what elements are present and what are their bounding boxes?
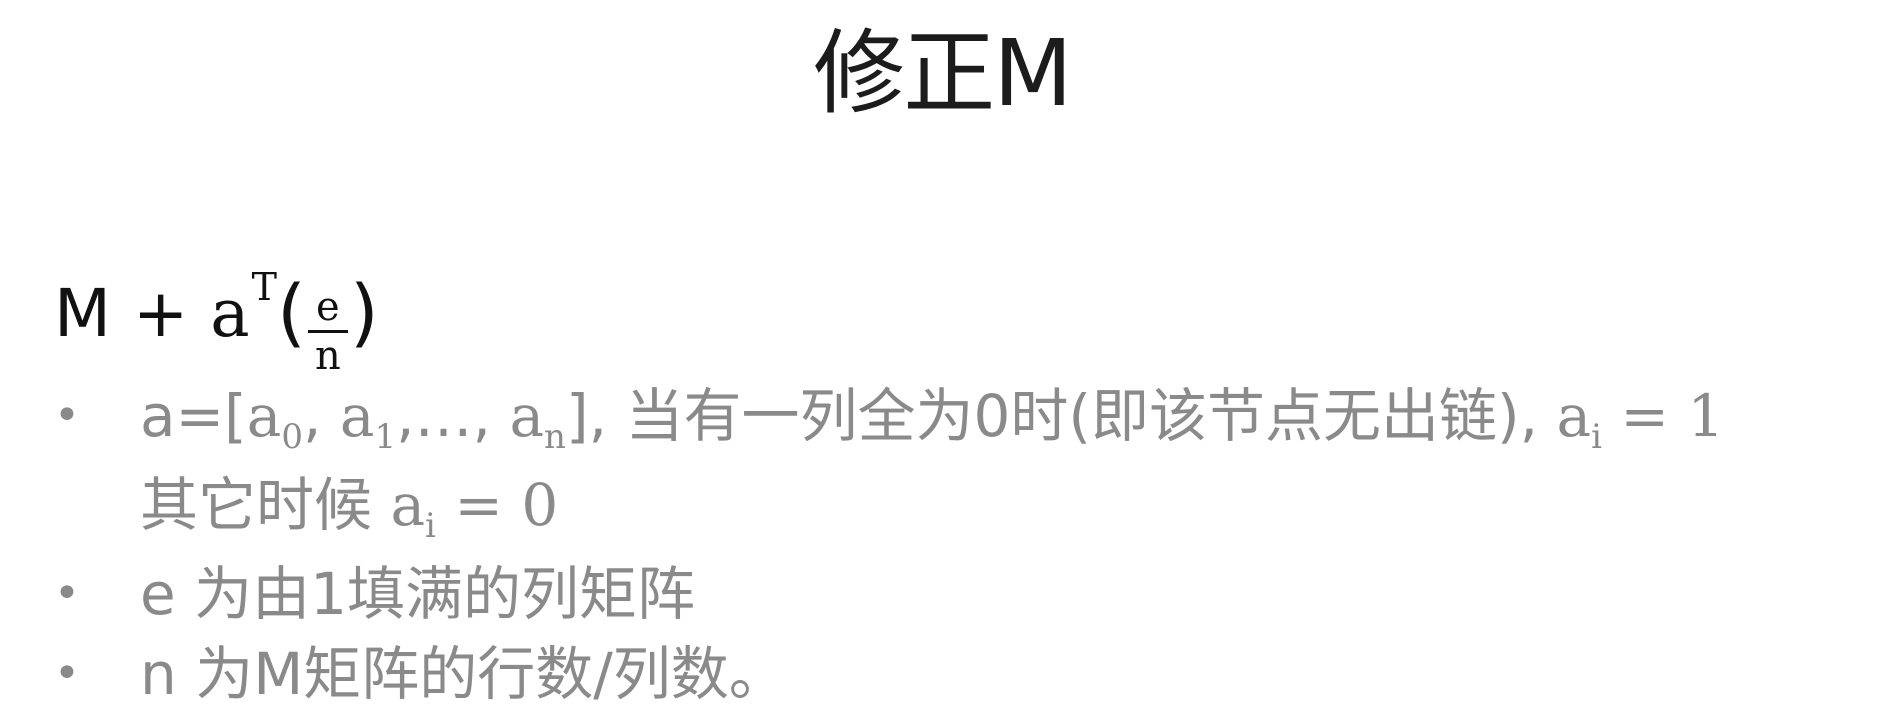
ai-sub: i	[1591, 417, 1602, 457]
bullet-dot-icon: •	[54, 568, 80, 619]
sep2: ,…,	[396, 382, 510, 450]
ai-base: a	[1556, 382, 1592, 450]
bullet-dot-icon: •	[54, 390, 80, 441]
bullet-dot-icon: •	[54, 648, 80, 699]
bullet-text: a=[a0, a1,…, an], 当有一列全为0时(即该节点无出链), ai …	[140, 376, 1854, 554]
an-sub: n	[544, 417, 566, 457]
text-b: ], 当有一列全为0时(即该节点无出链),	[565, 382, 1557, 450]
formula-a: a	[210, 274, 250, 352]
a1-sub: 1	[374, 417, 397, 457]
a1-base: a	[339, 382, 375, 450]
line2-end: = 0	[435, 471, 559, 539]
slide: 修正M M + a T ( e n ) • a=[a0, a1,…, an], …	[0, 0, 1884, 708]
sep1: ,	[303, 382, 340, 450]
fraction-numerator: e	[316, 283, 340, 330]
bullet-text: e 为由1填满的列矩阵	[140, 560, 696, 628]
bullet-line-2: 其它时候 ai = 0	[140, 465, 1854, 554]
formula-plus: +	[132, 274, 189, 352]
formula-transpose: T	[251, 265, 277, 309]
text-c: = 1	[1601, 382, 1725, 450]
bullet-text: n 为M矩阵的行数/列数。	[140, 640, 787, 708]
formula-close-paren: )	[349, 270, 379, 356]
an-base: a	[509, 382, 545, 450]
a0-base: a	[246, 382, 282, 450]
formula-open-paren: (	[276, 270, 306, 356]
bullet-list: • a=[a0, a1,…, an], 当有一列全为0时(即该节点无出链), a…	[54, 376, 1854, 714]
text-a: a=[	[140, 382, 247, 450]
fraction-denominator: n	[314, 332, 341, 379]
a0-sub: 0	[281, 417, 304, 457]
formula-fraction: e n	[307, 283, 348, 379]
ai2-base: a	[390, 471, 426, 539]
bullet-line-1: a=[a0, a1,…, an], 当有一列全为0时(即该节点无出链), ai …	[140, 376, 1854, 465]
list-item: • n 为M矩阵的行数/列数。	[54, 634, 1854, 714]
list-item: • a=[a0, a1,…, an], 当有一列全为0时(即该节点无出链), a…	[54, 376, 1854, 554]
line2-text: 其它时候	[140, 471, 391, 539]
formula-m: M	[54, 274, 111, 352]
formula: M + a T ( e n )	[54, 258, 379, 377]
list-item: • e 为由1填满的列矩阵	[54, 554, 1854, 634]
ai2-sub: i	[425, 506, 436, 546]
slide-title: 修正M	[813, 20, 1072, 127]
